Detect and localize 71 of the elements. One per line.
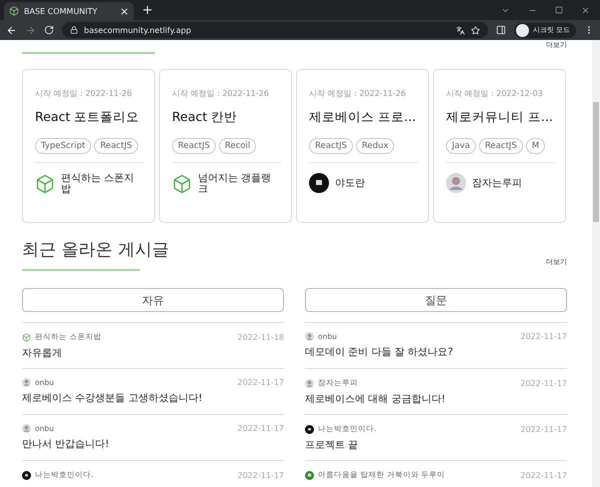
project-title: 제로커뮤니티 프... bbox=[446, 109, 554, 126]
post-title: 제로베이스 수강생분들 고생하셨습니다! bbox=[22, 392, 204, 405]
post-title: 만나서 반갑습니다! bbox=[22, 438, 110, 451]
lock-icon bbox=[70, 26, 78, 34]
start-date: 시작 예정일 : 2022-12-03 bbox=[446, 88, 544, 99]
browser-tab[interactable]: BASE COMMUNITY × bbox=[4, 2, 134, 20]
project-title: React 칸반 bbox=[172, 109, 238, 126]
project-card[interactable]: 시작 예정일 : 2022-11-26 제로베이스 프로... ReactJS Redux 야도란 bbox=[296, 69, 429, 223]
post-date: 2022-11-17 bbox=[238, 470, 284, 480]
scrollbar[interactable] bbox=[592, 40, 600, 487]
post-title: 프로젝트 끝 bbox=[305, 439, 360, 452]
tab-search-icon[interactable] bbox=[501, 6, 510, 15]
post-date: 2022-11-18 bbox=[238, 332, 284, 342]
tag-chip: ReactJS bbox=[172, 138, 216, 154]
post-date: 2022-11-17 bbox=[520, 378, 567, 388]
start-date: 시작 예정일 : 2022-11-26 bbox=[172, 88, 270, 99]
side-panel-icon[interactable] bbox=[496, 25, 506, 35]
author-name: 잠자는루피 bbox=[472, 178, 522, 188]
post-title: 데모데이 준비 다들 잘 하셨나요? bbox=[305, 346, 454, 359]
avatar-icon bbox=[22, 424, 31, 433]
new-tab-button[interactable]: + bbox=[142, 4, 153, 17]
author-name: 넘어지는 갱플랭크 bbox=[198, 173, 272, 195]
avatar-icon bbox=[305, 378, 314, 388]
tag-chip: Java bbox=[446, 138, 476, 154]
tag-chip: Redux bbox=[356, 138, 394, 154]
tag-chip: M bbox=[526, 138, 546, 154]
address-bar[interactable]: basecommunity.netlify.app bbox=[62, 22, 488, 38]
avatar-icon bbox=[305, 332, 314, 341]
tag-chip: ReactJS bbox=[309, 138, 353, 154]
avatar-icon bbox=[22, 470, 31, 480]
board-button[interactable]: 질문 bbox=[305, 288, 567, 312]
tag-chip: ReactJS bbox=[478, 138, 523, 154]
avatar-icon bbox=[305, 424, 314, 434]
section-title: 최근 올라온 게시글 bbox=[22, 239, 169, 261]
project-title: 제로베이스 프로... bbox=[309, 109, 417, 126]
post-title: 제로베이스에 대해 궁금합니다! bbox=[305, 393, 446, 406]
project-card[interactable]: 시작 예정일 : 2022-11-26 React 포트폴리오 TypeScript ReactJS 편식하는 스폰지밥 bbox=[22, 69, 155, 223]
avatar-icon bbox=[446, 173, 466, 193]
avatar-icon bbox=[305, 470, 314, 480]
post-date: 2022-11-17 bbox=[520, 424, 567, 434]
post-title: 자유롭게 bbox=[22, 347, 63, 360]
project-card[interactable]: 시작 예정일 : 2022-11-26 React 칸반 ReactJS Recoil 넘어지는 갱플랭크 bbox=[159, 69, 292, 223]
translate-icon[interactable] bbox=[456, 26, 465, 34]
tag-chip: Recoil bbox=[218, 138, 256, 154]
favicon-icon bbox=[9, 6, 19, 16]
tab-close-button[interactable]: × bbox=[120, 6, 129, 16]
author-name: 편식하는 스폰지밥 bbox=[60, 173, 136, 195]
cube-icon bbox=[35, 174, 55, 194]
author-name: 야도란 bbox=[335, 178, 365, 188]
tag-chip: TypeScript bbox=[35, 138, 92, 154]
start-date: 시작 예정일 : 2022-11-26 bbox=[309, 88, 407, 99]
forward-icon[interactable] bbox=[25, 24, 36, 36]
close-icon[interactable] bbox=[581, 6, 590, 15]
post-date: 2022-11-17 bbox=[520, 470, 567, 480]
avatar-icon bbox=[309, 173, 329, 193]
board-button[interactable]: 자유 bbox=[22, 288, 284, 312]
tag-chip: ReactJS bbox=[94, 138, 138, 154]
project-title: React 포트폴리오 bbox=[35, 109, 140, 126]
post-date: 2022-11-17 bbox=[520, 332, 567, 341]
scroll-thumb[interactable] bbox=[593, 102, 599, 222]
star-icon[interactable] bbox=[470, 26, 480, 34]
cube-icon bbox=[22, 332, 31, 342]
post-date: 2022-11-17 bbox=[238, 378, 284, 387]
reload-icon[interactable] bbox=[44, 25, 54, 35]
project-card[interactable]: 시작 예정일 : 2022-12-03 제로커뮤니티 프... Java ReactJS M 잠자는루피 bbox=[433, 69, 566, 223]
cube-icon bbox=[172, 174, 192, 194]
maximize-icon[interactable] bbox=[555, 6, 563, 14]
start-date: 시작 예정일 : 2022-11-26 bbox=[35, 88, 133, 99]
post-date: 2022-11-17 bbox=[238, 424, 284, 433]
avatar-icon bbox=[22, 378, 31, 387]
back-icon[interactable] bbox=[6, 24, 17, 36]
